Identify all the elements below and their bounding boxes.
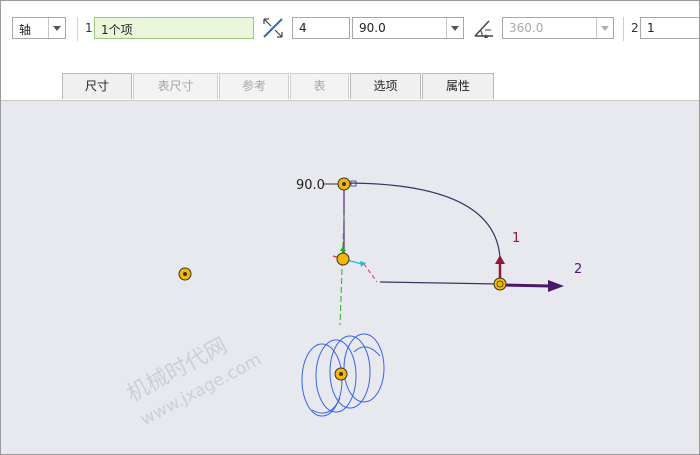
window-border bbox=[0, 0, 700, 455]
